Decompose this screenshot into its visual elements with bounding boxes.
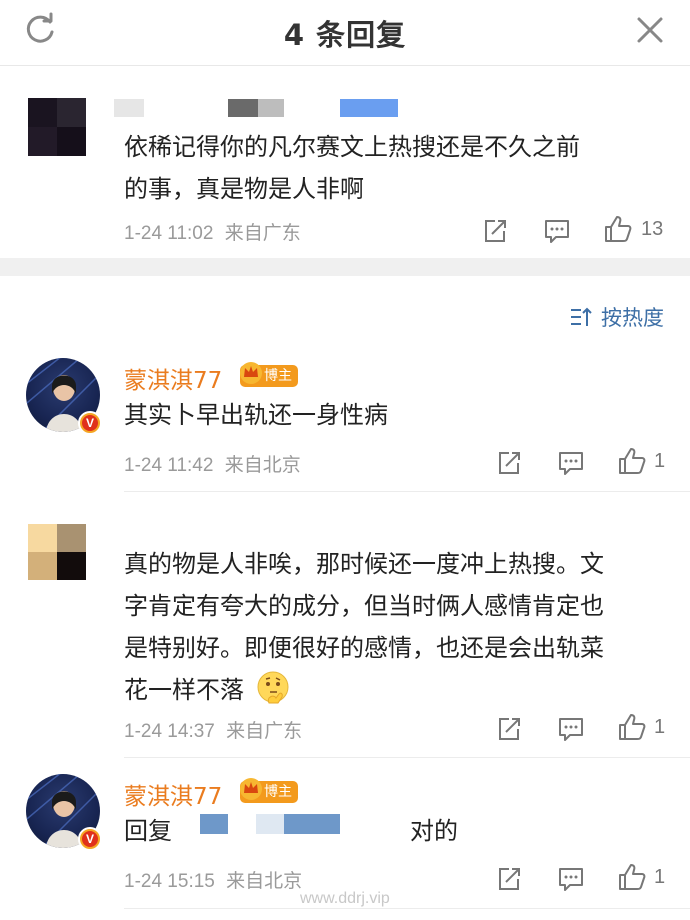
like-count: 1 <box>654 450 666 472</box>
comment-text-line: 依稀记得你的凡尔赛文上热搜还是不久之前 <box>124 133 580 161</box>
location: 来自北京 <box>224 455 301 476</box>
watermark: www.ddrj.vip <box>300 890 390 907</box>
blogger-badge: 博主 <box>240 778 298 803</box>
avatar[interactable] <box>28 98 86 156</box>
thinking-emoji-icon <box>257 671 289 704</box>
blogger-badge: 博主 <box>240 362 298 387</box>
like-icon[interactable] <box>617 862 647 892</box>
blogger-badge-label: 博主 <box>264 784 292 800</box>
divider <box>124 757 690 758</box>
divider <box>124 908 690 909</box>
blogger-badge-label: 博主 <box>264 368 292 384</box>
comment-text-line: 的事，真是物是人非啊 <box>124 175 364 203</box>
reply-text-line: 花一样不落 <box>124 676 244 704</box>
repost-icon[interactable] <box>480 216 510 246</box>
like-count: 13 <box>641 218 664 240</box>
username-redacted <box>258 99 284 117</box>
verified-badge: V <box>78 411 102 435</box>
username-redacted <box>114 99 144 117</box>
location: 来自广东 <box>224 223 301 244</box>
mention-redacted <box>284 814 340 834</box>
avatar[interactable] <box>28 524 86 580</box>
comment-text: 依稀记得你的凡尔赛文上热搜还是不久之前 的事，真是物是人非啊 <box>124 126 664 210</box>
timestamp: 1-24 11:02 <box>124 223 214 244</box>
comment-icon[interactable] <box>556 864 586 894</box>
sort-toggle[interactable]: 按热度 <box>569 302 664 332</box>
reply-text: 对的 <box>410 817 458 845</box>
username-redacted <box>228 99 258 117</box>
reply-text-line: 是特别好。即便很好的感情，也还是会出轨菜 <box>124 634 604 662</box>
comment-icon[interactable] <box>542 216 572 246</box>
reply-text: 其实卜早出轨还一身性病 <box>124 401 388 429</box>
reply-text-line: 真的物是人非唉，那时候还一度冲上热搜。文 <box>124 550 604 578</box>
username[interactable]: 蒙淇淇77 <box>124 361 222 395</box>
timestamp: 1-24 14:37 <box>124 721 215 742</box>
repost-icon[interactable] <box>494 714 524 744</box>
comment-meta: 1-24 14:37 来自广东 <box>124 716 302 743</box>
like-count: 1 <box>654 716 666 738</box>
mention-redacted <box>256 814 284 834</box>
sort-label: 按热度 <box>601 306 664 330</box>
comment-meta: 1-24 11:42 来自北京 <box>124 450 301 477</box>
reply-text: 真的物是人非唉，那时候还一度冲上热搜。文 字肯定有夸大的成分，但当时俩人感情肯定… <box>124 543 674 711</box>
reply-prefix: 回复 <box>124 817 172 845</box>
reply-page: 4 条回复 依稀记得你的凡尔赛文上热搜还是不久之前 的事，真是物是人非啊 1-2… <box>0 0 690 920</box>
like-count: 1 <box>654 866 666 888</box>
comment-meta: 1-24 11:02 来自广东 <box>124 218 301 245</box>
repost-icon[interactable] <box>494 864 524 894</box>
like-icon[interactable] <box>603 214 633 244</box>
timestamp: 1-24 11:42 <box>124 455 214 476</box>
divider <box>124 491 690 492</box>
reply-text-line: 字肯定有夸大的成分，但当时俩人感情肯定也 <box>124 592 604 620</box>
comment-icon[interactable] <box>556 714 586 744</box>
like-icon[interactable] <box>617 446 647 476</box>
username[interactable]: 蒙淇淇77 <box>124 777 222 811</box>
comment-icon[interactable] <box>556 448 586 478</box>
page-title: 4 条回复 <box>283 18 407 52</box>
crown-icon <box>240 778 262 800</box>
timestamp: 1-24 15:15 <box>124 871 215 892</box>
section-divider <box>0 258 690 276</box>
mention-redacted <box>200 814 228 834</box>
close-icon[interactable] <box>632 12 668 48</box>
header-bar: 4 条回复 <box>0 0 690 66</box>
username-redacted <box>340 99 398 117</box>
sort-icon <box>571 307 592 326</box>
location: 来自北京 <box>226 871 303 892</box>
verified-badge: V <box>78 827 102 851</box>
comment-meta: 1-24 15:15 来自北京 <box>124 866 302 893</box>
location: 来自广东 <box>226 721 303 742</box>
crown-icon <box>240 362 262 384</box>
repost-icon[interactable] <box>494 448 524 478</box>
root-comment: 依稀记得你的凡尔赛文上热搜还是不久之前 的事，真是物是人非啊 1-24 11:0… <box>0 66 690 258</box>
like-icon[interactable] <box>617 712 647 742</box>
